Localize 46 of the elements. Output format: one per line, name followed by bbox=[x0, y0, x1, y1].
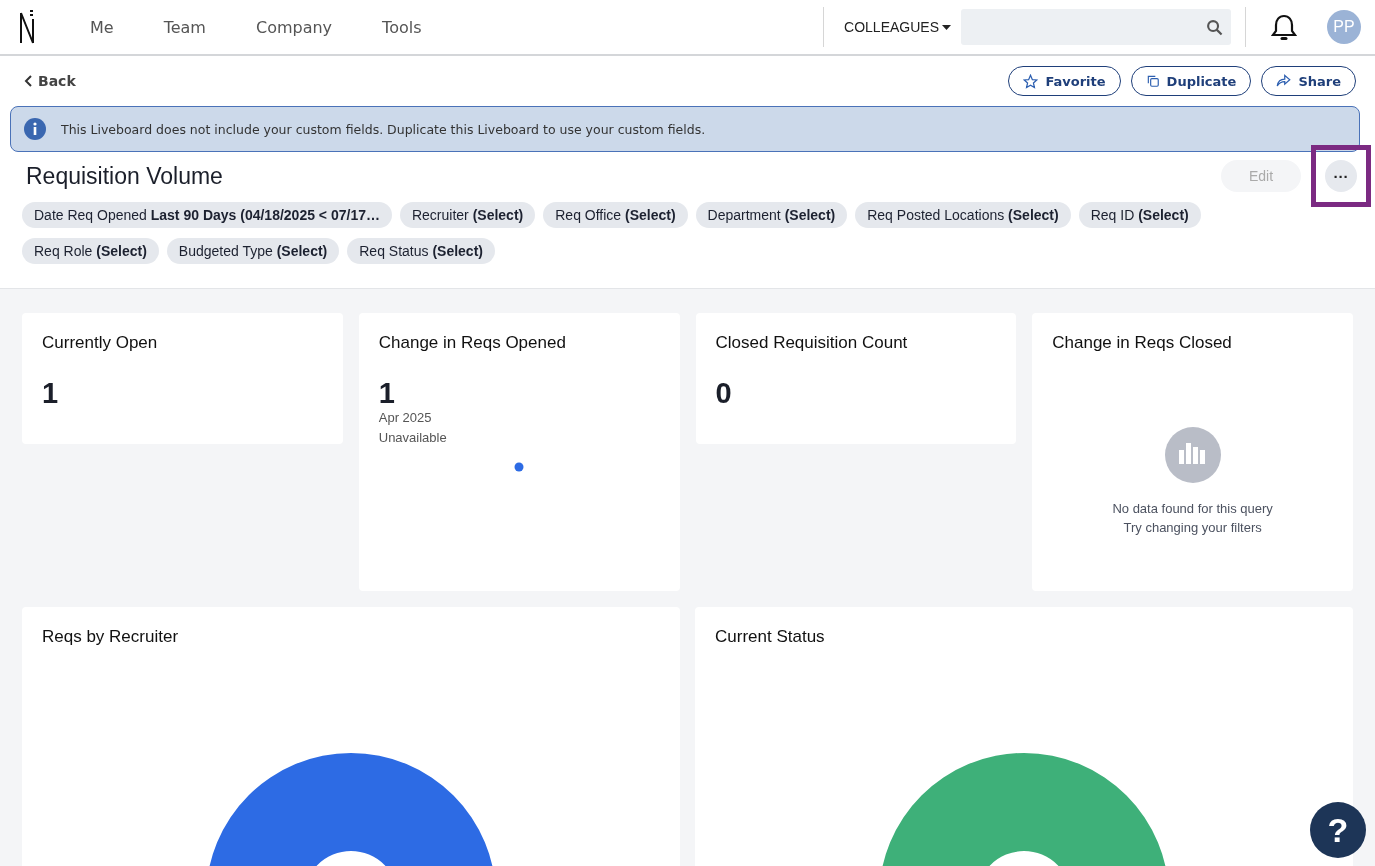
nav-tab[interactable]: Company bbox=[255, 17, 333, 37]
page-title: Requisition Volume bbox=[26, 162, 224, 190]
metric-value: 1 bbox=[378, 377, 396, 410]
chevron-left-icon bbox=[24, 75, 32, 87]
filter-chip[interactable]: Req Status (Select) bbox=[347, 238, 495, 264]
change-note: Unavailable bbox=[378, 430, 448, 445]
back-link[interactable]: Back bbox=[24, 73, 76, 89]
empty-message: No data found for this query bbox=[1112, 501, 1273, 516]
filter-chip[interactable]: Budgeted Type (Select) bbox=[166, 238, 340, 264]
filter-chip[interactable]: Req Role (Select) bbox=[22, 238, 159, 264]
copy-icon bbox=[1145, 74, 1160, 88]
nav-tab[interactable]: Team bbox=[163, 17, 206, 37]
filter-chip[interactable]: Req Office (Select) bbox=[543, 202, 688, 228]
metric-value: 1 bbox=[42, 377, 60, 410]
caret-icon bbox=[942, 24, 951, 30]
period-label: Apr 2025 bbox=[378, 410, 433, 425]
filter-chip[interactable]: Req Posted Locations (Select) bbox=[855, 202, 1071, 228]
trend-dot bbox=[514, 462, 525, 472]
star-icon bbox=[1023, 73, 1039, 89]
logo-icon[interactable] bbox=[18, 9, 36, 45]
more-button[interactable]: ··· bbox=[1325, 160, 1357, 192]
search-field[interactable] bbox=[961, 9, 1231, 45]
banner-text: This Liveboard does not include your custom fields. Duplicate this Liveboard to use your custom fields. bbox=[61, 121, 706, 137]
scope-dropdown[interactable]: COLLEAGUES bbox=[844, 19, 951, 35]
info-icon bbox=[24, 118, 46, 140]
card-title: Closed Requisition Count bbox=[715, 333, 909, 353]
filter-chip[interactable]: Req ID (Select) bbox=[1078, 202, 1201, 228]
card-title: Currently Open bbox=[42, 333, 159, 353]
filter-chip[interactable]: Department (Select) bbox=[695, 202, 848, 228]
share-icon bbox=[1276, 74, 1292, 88]
card-title: Change in Reqs Closed bbox=[1052, 333, 1233, 353]
share-button[interactable]: Share bbox=[1261, 66, 1356, 96]
nav-tab[interactable]: Tools bbox=[382, 17, 422, 37]
nav-tab[interactable]: Me bbox=[90, 17, 114, 37]
search-icon bbox=[1206, 18, 1223, 36]
metric-value: 0 bbox=[715, 377, 733, 410]
filter-chip[interactable]: Date Req Opened Last 90 Days (04/18/2025 < 07/17… bbox=[22, 202, 392, 228]
card-title: Reqs by Recruiter bbox=[42, 627, 180, 647]
filter-chip[interactable]: Recruiter (Select) bbox=[399, 202, 536, 228]
card-title: Current Status bbox=[715, 627, 826, 647]
card-title: Change in Reqs Opened bbox=[378, 333, 567, 353]
empty-hint: Try changing your filters bbox=[1123, 520, 1262, 535]
duplicate-button[interactable]: Duplicate bbox=[1130, 66, 1252, 96]
bar-chart-icon bbox=[1164, 427, 1221, 483]
favorite-button[interactable]: Favorite bbox=[1008, 66, 1121, 96]
bell-icon[interactable] bbox=[1271, 13, 1297, 41]
